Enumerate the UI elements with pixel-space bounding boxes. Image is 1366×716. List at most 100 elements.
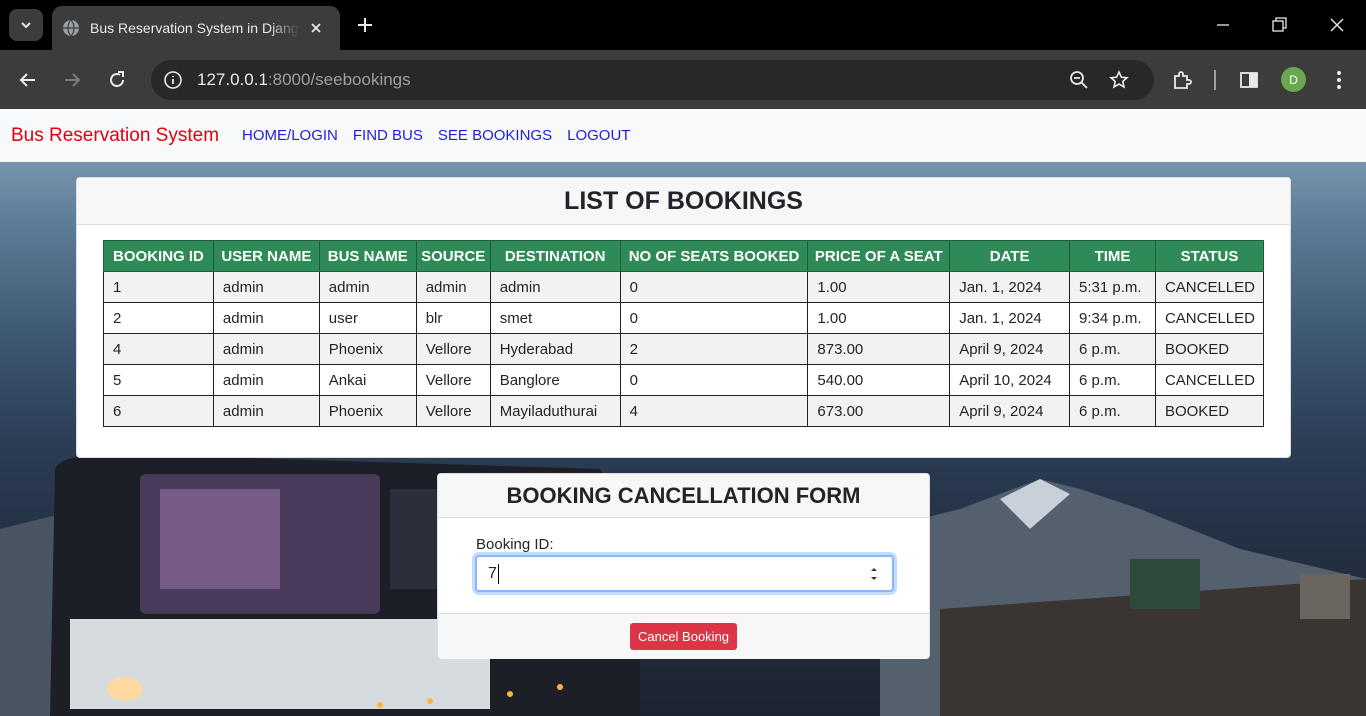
side-panel-icon[interactable] [1238, 69, 1260, 91]
cell-seats: 2 [619, 333, 809, 365]
cell-date: April 9, 2024 [949, 333, 1071, 365]
table-row: 4 admin Phoenix Vellore Hyderabad 2 873.… [103, 333, 1265, 365]
cell-booking-id: 4 [103, 333, 214, 365]
site-navbar: Bus Reservation System HOME/LOGIN FIND B… [0, 109, 1366, 162]
cell-seats: 0 [619, 302, 809, 334]
cell-date: April 10, 2024 [949, 364, 1071, 396]
cancellation-form-footer: Cancel Booking [438, 613, 929, 659]
cell-time: 6 p.m. [1069, 333, 1156, 365]
zoom-icon[interactable] [1069, 70, 1089, 90]
cell-destination: Mayiladuthurai [489, 395, 621, 427]
minimize-icon[interactable] [1213, 15, 1233, 35]
cancel-booking-button[interactable]: Cancel Booking [629, 623, 738, 650]
col-user-name: USER NAME [212, 240, 320, 272]
table-row: 5 admin Ankai Vellore Banglore 0 540.00 … [103, 364, 1265, 396]
table-row: 1 admin admin admin admin 0 1.00 Jan. 1,… [103, 271, 1265, 303]
toolbar-separator [1214, 70, 1216, 90]
more-menu-icon[interactable] [1328, 69, 1350, 91]
profile-avatar[interactable]: D [1281, 67, 1306, 92]
cell-bus-name: Ankai [318, 364, 417, 396]
restore-icon[interactable] [1269, 15, 1289, 35]
cell-bus-name: user [318, 302, 417, 334]
cell-source: Vellore [415, 364, 491, 396]
bookings-header-row: BOOKING ID USER NAME BUS NAME SOURCE DES… [103, 240, 1265, 272]
col-price: PRICE OF A SEAT [807, 240, 951, 272]
cell-seats: 4 [619, 395, 809, 427]
cell-bus-name: Phoenix [318, 395, 417, 427]
cell-source: admin [415, 271, 491, 303]
cell-price: 1.00 [807, 271, 951, 303]
forward-arrow-icon[interactable] [62, 70, 82, 90]
nav-home-login[interactable]: HOME/LOGIN [242, 127, 338, 144]
col-source: SOURCE [415, 240, 491, 272]
cell-booking-id: 5 [103, 364, 214, 396]
cell-user-name: admin [212, 364, 320, 396]
site-info-icon[interactable] [163, 70, 183, 90]
cell-date: April 9, 2024 [949, 395, 1071, 427]
cell-user-name: admin [212, 333, 320, 365]
extensions-icon[interactable] [1171, 69, 1193, 91]
cell-destination: admin [489, 271, 621, 303]
address-bar[interactable]: 127.0.0.1:8000/seebookings [151, 60, 1154, 100]
col-bus-name: BUS NAME [318, 240, 417, 272]
cell-user-name: admin [212, 302, 320, 334]
bookings-table: BOOKING ID USER NAME BUS NAME SOURCE DES… [103, 240, 1265, 427]
booking-id-input[interactable]: 7 [475, 555, 894, 592]
cell-price: 873.00 [807, 333, 951, 365]
nav-logout[interactable]: LOGOUT [567, 127, 630, 144]
bookings-card: LIST OF BOOKINGS BOOKING ID USER NAME BU… [76, 177, 1291, 458]
close-window-icon[interactable] [1327, 15, 1347, 35]
cell-price: 540.00 [807, 364, 951, 396]
tab-search-button[interactable] [9, 9, 43, 41]
cell-bus-name: Phoenix [318, 333, 417, 365]
nav-find-bus[interactable]: FIND BUS [353, 127, 423, 144]
bookmark-star-icon[interactable] [1109, 70, 1129, 90]
col-booking-id: BOOKING ID [103, 240, 214, 272]
col-date: DATE [949, 240, 1071, 272]
cell-booking-id: 1 [103, 271, 214, 303]
tab-title: Bus Reservation System in Django [90, 20, 300, 36]
cancellation-form-title: BOOKING CANCELLATION FORM [438, 474, 929, 518]
cell-destination: smet [489, 302, 621, 334]
bookings-title: LIST OF BOOKINGS [77, 178, 1290, 225]
cancellation-form-card: BOOKING CANCELLATION FORM Booking ID: 7 … [437, 473, 930, 659]
cell-price: 673.00 [807, 395, 951, 427]
page-viewport: Bus Reservation System HOME/LOGIN FIND B… [0, 109, 1366, 716]
cell-time: 6 p.m. [1069, 395, 1156, 427]
text-caret [497, 563, 499, 584]
cell-price: 1.00 [807, 302, 951, 334]
cell-seats: 0 [619, 364, 809, 396]
back-arrow-icon[interactable] [18, 70, 38, 90]
booking-id-label: Booking ID: [476, 536, 554, 553]
table-row: 6 admin Phoenix Vellore Mayiladuthurai 4… [103, 395, 1265, 427]
nav-see-bookings[interactable]: SEE BOOKINGS [438, 127, 552, 144]
cell-seats: 0 [619, 271, 809, 303]
col-time: TIME [1069, 240, 1156, 272]
cell-destination: Banglore [489, 364, 621, 396]
globe-icon [63, 19, 79, 37]
col-destination: DESTINATION [489, 240, 621, 272]
cell-user-name: admin [212, 395, 320, 427]
col-seats-booked: NO OF SEATS BOOKED [619, 240, 809, 272]
site-brand[interactable]: Bus Reservation System [11, 125, 219, 147]
cell-time: 5:31 p.m. [1069, 271, 1156, 303]
new-tab-icon[interactable] [355, 15, 375, 35]
number-spinner-icon[interactable] [868, 563, 880, 585]
cell-status: CANCELLED [1154, 271, 1265, 303]
browser-toolbar: 127.0.0.1:8000/seebookings [0, 50, 1366, 109]
cell-bus-name: admin [318, 271, 417, 303]
table-row: 2 admin user blr smet 0 1.00 Jan. 1, 202… [103, 302, 1265, 334]
cell-status: CANCELLED [1154, 302, 1265, 334]
cell-date: Jan. 1, 2024 [949, 271, 1071, 303]
url-text[interactable]: 127.0.0.1:8000/seebookings [197, 70, 411, 90]
cell-user-name: admin [212, 271, 320, 303]
col-status: STATUS [1154, 240, 1265, 272]
browser-tabbar: Bus Reservation System in Django [0, 0, 1366, 50]
chevron-down-icon [21, 22, 31, 29]
browser-tab-active[interactable]: Bus Reservation System in Django [52, 6, 340, 50]
cell-source: blr [415, 302, 491, 334]
cell-source: Vellore [415, 333, 491, 365]
cell-time: 9:34 p.m. [1069, 302, 1156, 334]
reload-icon[interactable] [107, 70, 127, 90]
close-tab-icon[interactable] [308, 20, 324, 36]
